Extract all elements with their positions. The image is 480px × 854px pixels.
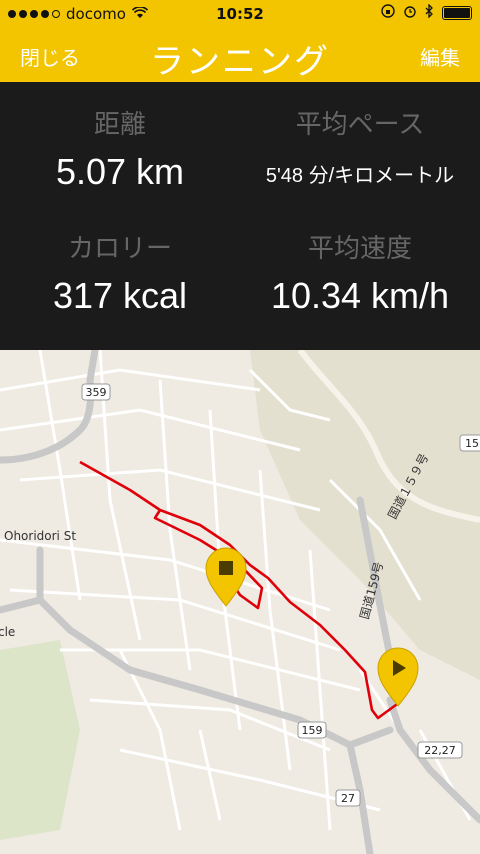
map-canvas: 359 15 159 22,27 27 Ohoridori St cle 国道１… [0, 350, 480, 854]
calories-label: カロリー [67, 234, 172, 264]
edit-button[interactable]: 編集 [420, 42, 460, 71]
route-shield-15: 15 [459, 434, 480, 452]
pace-label: 平均ペース [295, 110, 425, 140]
street-label-cle: cle [0, 625, 15, 639]
svg-text:22,27: 22,27 [424, 744, 456, 757]
orientation-lock-icon [381, 4, 395, 22]
status-bar: docomo 10:52 [0, 0, 480, 28]
route-map[interactable]: 359 15 159 22,27 27 Ohoridori St cle 国道１… [0, 350, 480, 854]
distance-label: 距離 [93, 110, 146, 140]
stop-icon [219, 561, 233, 575]
calories-value: 317 kcal [52, 275, 188, 316]
calories-stat: カロリー 317 kcal [0, 228, 240, 317]
bluetooth-icon [425, 3, 434, 22]
svg-text:359: 359 [86, 386, 107, 399]
street-label-ohoridori: Ohoridori St [4, 529, 76, 543]
route-shield-27: 27 [335, 789, 361, 807]
start-marker[interactable] [377, 647, 419, 707]
route-shield-159: 159 [297, 721, 327, 739]
battery-icon [442, 6, 472, 20]
stop-marker[interactable] [205, 547, 247, 607]
stats-panel: 距離 5.07 km 平均ペース 5'48 分/キロメートル カロリー 317 … [0, 82, 480, 350]
route-shield-359: 359 [81, 383, 111, 401]
speed-stat: 平均速度 10.34 km/h [240, 228, 480, 317]
nav-bar: 閉じる ランニング 編集 [0, 28, 480, 82]
svg-text:15: 15 [465, 437, 479, 450]
page-title: ランニング [150, 42, 330, 82]
svg-text:159: 159 [302, 724, 323, 737]
route-shield-2227: 22,27 [417, 741, 463, 759]
status-right [381, 3, 472, 22]
speed-value: 10.34 km/h [270, 275, 450, 316]
distance-value: 5.07 km [55, 151, 185, 192]
pace-stat: 平均ペース 5'48 分/キロメートル [240, 104, 480, 188]
distance-stat: 距離 5.07 km [0, 104, 240, 193]
pace-value: 5'48 分/キロメートル [265, 165, 455, 187]
svg-text:27: 27 [341, 792, 355, 805]
park-area [0, 640, 80, 840]
alarm-icon [403, 4, 417, 22]
speed-label: 平均速度 [307, 234, 412, 264]
